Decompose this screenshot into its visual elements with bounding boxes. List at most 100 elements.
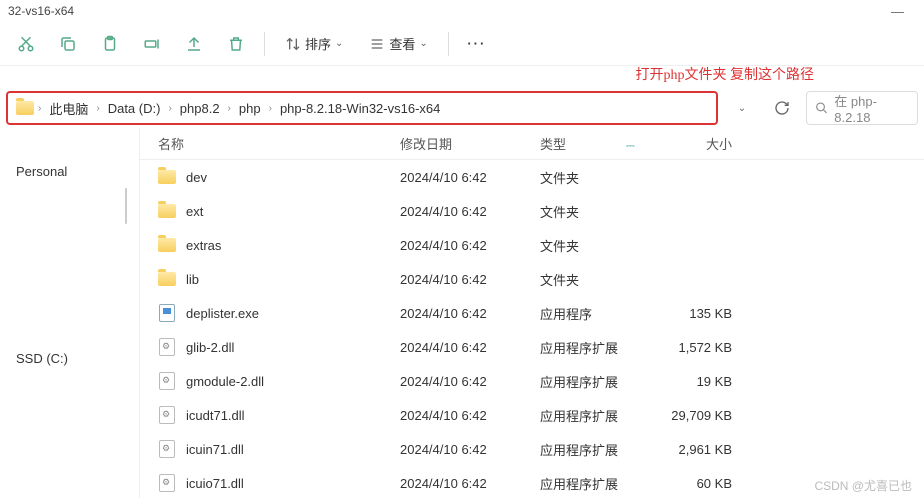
breadcrumb-item[interactable]: 此电脑: [45, 97, 92, 120]
file-size: 19 KB: [658, 374, 748, 389]
dll-icon: [158, 406, 176, 424]
dll-icon: [158, 474, 176, 492]
file-date: 2024/4/10 6:42: [400, 238, 540, 253]
file-type: 文件夹: [540, 168, 658, 187]
folder-icon: [158, 236, 176, 254]
separator: [264, 32, 265, 56]
file-date: 2024/4/10 6:42: [400, 272, 540, 287]
file-type: 应用程序扩展: [540, 338, 658, 357]
annotation-text: 打开php文件夹 复制这个路径: [636, 64, 815, 84]
file-date: 2024/4/10 6:42: [400, 306, 540, 321]
chevron-right-icon: ›: [269, 103, 272, 114]
view-label: 查看: [389, 34, 415, 53]
file-row[interactable]: icuin71.dll2024/4/10 6:42应用程序扩展2,961 KB: [140, 432, 924, 466]
rename-button[interactable]: [134, 26, 170, 62]
folder-icon: [16, 101, 34, 115]
file-type: 应用程序扩展: [540, 406, 658, 425]
sidebar-item-personal[interactable]: Personal: [0, 158, 139, 185]
toolbar: 排序 ⌄ 查看 ⌄ ···: [0, 22, 924, 66]
file-size: 2,961 KB: [658, 442, 748, 457]
file-row[interactable]: icuio71.dll2024/4/10 6:42应用程序扩展60 KB: [140, 466, 924, 498]
sidebar-item-ssd[interactable]: SSD (C:): [0, 345, 139, 372]
file-type: 文件夹: [540, 202, 658, 221]
chevron-right-icon: ›: [96, 103, 99, 114]
folder-icon: [158, 270, 176, 288]
view-dropdown[interactable]: 查看 ⌄: [359, 26, 437, 62]
copy-button[interactable]: [50, 26, 86, 62]
separator: [448, 32, 449, 56]
folder-icon: [158, 202, 176, 220]
column-headers: 名称 修改日期 类型⎓ 大小: [140, 128, 924, 160]
file-size: 1,572 KB: [658, 340, 748, 355]
breadcrumb-item[interactable]: php: [235, 99, 265, 118]
main-area: Personal SSD (C:) 名称 修改日期 类型⎓ 大小 dev2024…: [0, 128, 924, 498]
breadcrumb-item[interactable]: php8.2: [176, 99, 224, 118]
file-row[interactable]: glib-2.dll 2024/4/10 6:42应用程序扩展1,572 KB: [140, 330, 924, 364]
file-size: 60 KB: [658, 476, 748, 491]
file-name: icuin71.dll: [186, 442, 244, 457]
file-type: 文件夹: [540, 236, 658, 255]
file-row[interactable]: deplister.exe2024/4/10 6:42应用程序135 KB: [140, 296, 924, 330]
more-button[interactable]: ···: [459, 26, 495, 62]
breadcrumb-item[interactable]: Data (D:): [104, 99, 165, 118]
file-row[interactable]: dev2024/4/10 6:42文件夹: [140, 160, 924, 194]
file-date: 2024/4/10 6:42: [400, 408, 540, 423]
address-row: › 此电脑 › Data (D:) › php8.2 › php › php-8…: [0, 88, 924, 128]
search-input[interactable]: 在 php-8.2.18: [806, 91, 918, 125]
file-size: 135 KB: [658, 306, 748, 321]
breadcrumb-item[interactable]: php-8.2.18-Win32-vs16-x64: [276, 99, 444, 118]
file-name: icudt71.dll: [186, 408, 245, 423]
file-row[interactable]: gmodule-2.dll 2024/4/10 6:42应用程序扩展19 KB: [140, 364, 924, 398]
file-name: glib-2.dll: [186, 340, 234, 355]
file-date: 2024/4/10 6:42: [400, 204, 540, 219]
cut-button[interactable]: [8, 26, 44, 62]
sort-dropdown[interactable]: 排序 ⌄: [275, 26, 353, 62]
file-date: 2024/4/10 6:42: [400, 170, 540, 185]
refresh-button[interactable]: [766, 92, 798, 124]
header-name[interactable]: 名称: [140, 134, 400, 153]
file-row[interactable]: icudt71.dll 2024/4/10 6:42应用程序扩展29,709 KB: [140, 398, 924, 432]
file-type: 应用程序扩展: [540, 440, 658, 459]
file-date: 2024/4/10 6:42: [400, 374, 540, 389]
file-type: 应用程序扩展: [540, 372, 658, 391]
file-list: 名称 修改日期 类型⎓ 大小 dev2024/4/10 6:42文件夹 ext 20…: [140, 128, 924, 498]
sidebar: Personal SSD (C:): [0, 128, 140, 498]
file-name: icuio71.dll: [186, 476, 244, 491]
file-row[interactable]: extras 2024/4/10 6:42文件夹: [140, 228, 924, 262]
sort-label: 排序: [305, 34, 331, 53]
paste-button[interactable]: [92, 26, 128, 62]
address-bar[interactable]: › 此电脑 › Data (D:) › php8.2 › php › php-8…: [6, 91, 718, 125]
header-type[interactable]: 类型⎓: [540, 134, 658, 153]
file-date: 2024/4/10 6:42: [400, 340, 540, 355]
share-button[interactable]: [176, 26, 212, 62]
watermark: CSDN @尤喜已也: [814, 477, 912, 494]
chevron-right-icon: ›: [38, 103, 41, 114]
dll-icon: [158, 372, 176, 390]
file-size: 29,709 KB: [658, 408, 748, 423]
chevron-down-icon: ⌄: [335, 38, 343, 49]
file-row[interactable]: lib2024/4/10 6:42文件夹: [140, 262, 924, 296]
search-icon: [815, 101, 828, 115]
title-bar: 32-vs16-x64 —: [0, 0, 924, 22]
file-name: extras: [186, 238, 221, 253]
search-placeholder: 在 php-8.2.18: [834, 91, 909, 125]
history-dropdown-button[interactable]: ⌄: [726, 92, 758, 124]
dll-icon: [158, 338, 176, 356]
minimize-button[interactable]: —: [879, 4, 916, 19]
window-title: 32-vs16-x64: [8, 4, 74, 18]
chevron-right-icon: ›: [228, 103, 231, 114]
scrollbar-thumb[interactable]: [125, 188, 127, 224]
file-name: ext: [186, 204, 203, 219]
dll-icon: [158, 440, 176, 458]
folder-icon: [158, 168, 176, 186]
exe-icon: [158, 304, 176, 322]
file-name: deplister.exe: [186, 306, 259, 321]
file-date: 2024/4/10 6:42: [400, 476, 540, 491]
sort-indicator-icon: ⎓: [626, 140, 635, 152]
file-name: lib: [186, 272, 199, 287]
header-date[interactable]: 修改日期: [400, 134, 540, 153]
file-name: gmodule-2.dll: [186, 374, 264, 389]
file-row[interactable]: ext 2024/4/10 6:42文件夹: [140, 194, 924, 228]
header-size[interactable]: 大小: [658, 134, 748, 153]
delete-button[interactable]: [218, 26, 254, 62]
